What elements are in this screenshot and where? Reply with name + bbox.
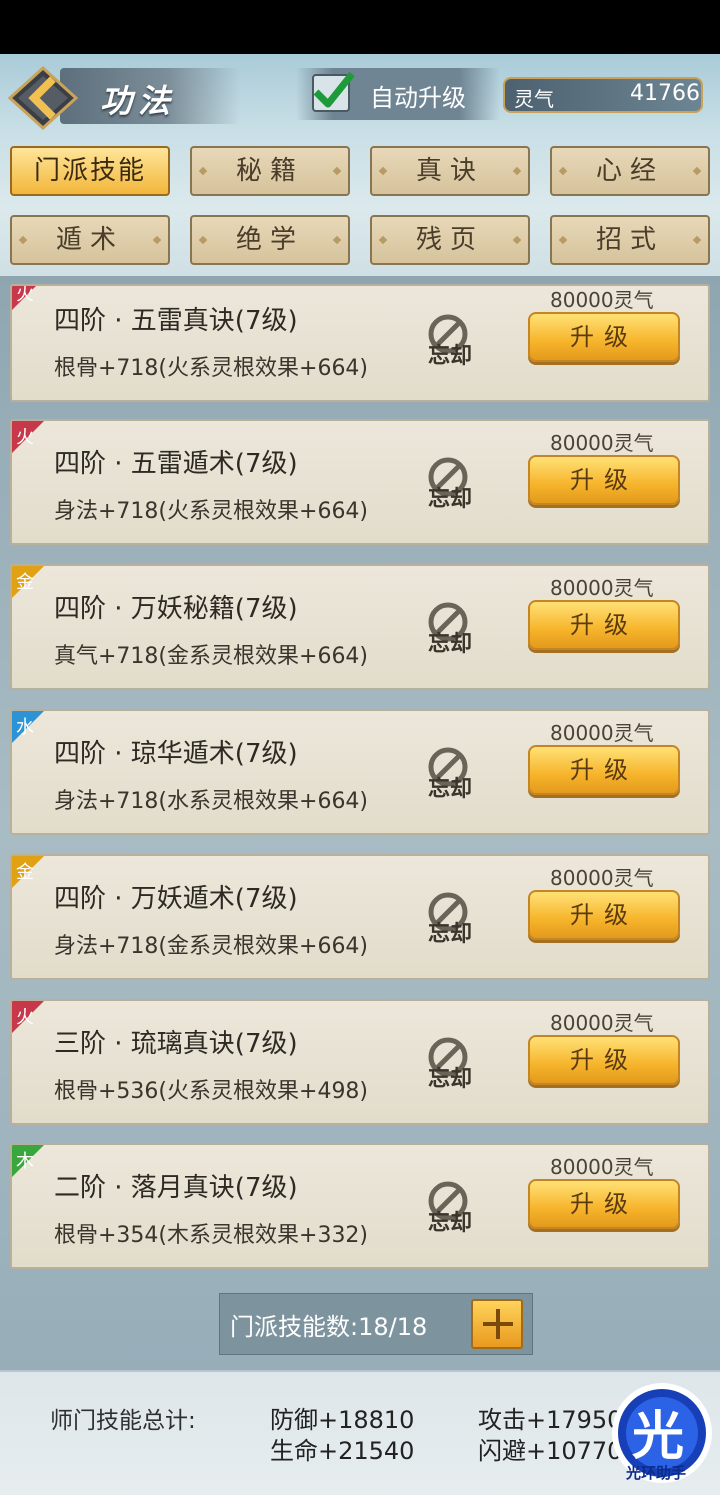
upgrade-cost: 80000灵气 — [550, 431, 654, 455]
auto-upgrade-checkbox[interactable] — [312, 71, 355, 112]
tab-ornament — [512, 235, 522, 245]
skill-card: 火三阶 · 琉璃真诀(7级) 根骨+536(火系灵根效果+498) 忘却 80000灵… — [10, 999, 710, 1125]
skill-name: 四阶 · 万妖遁术(7级) — [54, 884, 298, 914]
upgrade-cost: 80000灵气 — [550, 1011, 654, 1035]
forget-button[interactable]: 忘却 — [428, 481, 472, 513]
total-life: 生命+21540 — [270, 1437, 415, 1465]
element-label: 火 — [16, 284, 34, 305]
tab-4[interactable]: 遁术 — [10, 215, 170, 265]
skill-name: 四阶 · 五雷遁术(7级) — [54, 449, 298, 479]
skill-name: 四阶 · 五雷真诀(7级) — [54, 306, 298, 336]
tab-ornament — [198, 166, 208, 176]
skill-effect: 根骨+354(木系灵根效果+332) — [54, 1223, 369, 1248]
skill-effect: 根骨+536(火系灵根效果+498) — [54, 1079, 369, 1104]
lingqi-value: 41766 — [630, 81, 700, 106]
upgrade-button[interactable]: 升级 — [528, 455, 680, 505]
skill-name: 三阶 · 琉璃真诀(7级) — [54, 1029, 298, 1059]
skill-effect: 身法+718(火系灵根效果+664) — [54, 499, 369, 524]
skill-effect: 根骨+718(火系灵根效果+664) — [54, 356, 369, 381]
element-label: 水 — [16, 717, 34, 738]
upgrade-button[interactable]: 升级 — [528, 1179, 680, 1229]
skill-count-label: 门派技能数:18/18 — [230, 1313, 428, 1341]
upgrade-button[interactable]: 升级 — [528, 312, 680, 362]
skill-effect: 真气+718(金系灵根效果+664) — [54, 644, 369, 669]
back-arrow-icon[interactable] — [8, 66, 78, 130]
lingqi-label: 灵气 — [514, 87, 554, 111]
tab-label: 招式 — [595, 225, 664, 255]
total-defense: 防御+18810 — [270, 1406, 415, 1434]
tab-label: 心经 — [595, 156, 664, 186]
skill-card: 火四阶 · 五雷真诀(7级) 根骨+718(火系灵根效果+664) 忘却 80000灵… — [10, 284, 710, 402]
tab-ornament — [378, 166, 388, 176]
upgrade-button[interactable]: 升级 — [528, 890, 680, 940]
tab-ornament — [558, 235, 568, 245]
upgrade-cost: 80000灵气 — [550, 721, 654, 745]
halo-assistant-glyph: 光 — [632, 1407, 685, 1467]
element-label: 金 — [16, 862, 34, 883]
upgrade-cost: 80000灵气 — [550, 1155, 654, 1179]
tab-label: 绝学 — [235, 225, 304, 255]
upgrade-button[interactable]: 升级 — [528, 600, 680, 650]
upgrade-cost: 80000灵气 — [550, 866, 654, 890]
skill-card: 火四阶 · 五雷遁术(7级) 身法+718(火系灵根效果+664) 忘却 80000灵… — [10, 419, 710, 545]
forget-button[interactable]: 忘却 — [428, 626, 472, 658]
tab-ornament — [378, 235, 388, 245]
tab-label: 真诀 — [415, 156, 484, 186]
element-label: 木 — [16, 1151, 34, 1172]
total-attack: 攻击+17950 — [478, 1406, 623, 1434]
tab-ornament — [152, 235, 162, 245]
tab-3[interactable]: 心经 — [550, 146, 710, 196]
page-title: 功法 — [100, 82, 177, 120]
tab-ornament — [332, 235, 342, 245]
tab-ornament — [512, 166, 522, 176]
element-label: 火 — [16, 427, 34, 448]
tab-label: 残页 — [415, 225, 484, 255]
tab-ornament — [692, 235, 702, 245]
tab-2[interactable]: 真诀 — [370, 146, 530, 196]
tab-1[interactable]: 秘籍 — [190, 146, 350, 196]
skill-effect: 身法+718(水系灵根效果+664) — [54, 789, 369, 814]
skill-name: 四阶 · 万妖秘籍(7级) — [54, 594, 298, 624]
skill-card: 水四阶 · 琼华遁术(7级) 身法+718(水系灵根效果+664) 忘却 80000灵… — [10, 709, 710, 835]
upgrade-button[interactable]: 升级 — [528, 1035, 680, 1085]
tab-ornament — [198, 235, 208, 245]
upgrade-cost: 80000灵气 — [550, 576, 654, 600]
tab-ornament — [18, 235, 28, 245]
forget-button[interactable]: 忘却 — [428, 1061, 472, 1093]
skill-card: 金四阶 · 万妖遁术(7级) 身法+718(金系灵根效果+664) 忘却 80000灵… — [10, 854, 710, 980]
forget-button[interactable]: 忘却 — [428, 916, 472, 948]
skill-name: 二阶 · 落月真诀(7级) — [54, 1173, 298, 1203]
status-bar — [0, 0, 720, 54]
skill-card: 金四阶 · 万妖秘籍(7级) 真气+718(金系灵根效果+664) 忘却 80000灵… — [10, 564, 710, 690]
totals-label: 师门技能总计: — [50, 1408, 196, 1434]
tab-7[interactable]: 招式 — [550, 215, 710, 265]
tab-ornament — [692, 166, 702, 176]
tab-6[interactable]: 残页 — [370, 215, 530, 265]
skill-effect: 身法+718(金系灵根效果+664) — [54, 934, 369, 959]
forget-button[interactable]: 忘却 — [428, 771, 472, 803]
checkmark-icon — [313, 71, 355, 108]
tab-ornament — [332, 166, 342, 176]
auto-upgrade-label: 自动升级 — [370, 84, 466, 112]
tab-label: 门派技能 — [33, 156, 146, 186]
skill-card: 木二阶 · 落月真诀(7级) 根骨+354(木系灵根效果+332) 忘却 80000灵… — [10, 1143, 710, 1269]
forget-button[interactable]: 忘却 — [428, 1205, 472, 1237]
tab-label: 遁术 — [55, 225, 124, 255]
tab-0[interactable]: 门派技能 — [10, 146, 170, 196]
halo-assistant-text: 光环助手 — [626, 1464, 687, 1482]
forget-button[interactable]: 忘却 — [428, 338, 472, 370]
skill-name: 四阶 · 琼华遁术(7级) — [54, 739, 298, 769]
upgrade-button[interactable]: 升级 — [528, 745, 680, 795]
element-label: 火 — [16, 1007, 34, 1028]
tab-label: 秘籍 — [235, 156, 304, 186]
upgrade-cost: 80000灵气 — [550, 288, 654, 312]
element-label: 金 — [16, 572, 34, 593]
add-slot-button[interactable] — [471, 1299, 523, 1349]
tab-5[interactable]: 绝学 — [190, 215, 350, 265]
tab-ornament — [558, 166, 568, 176]
total-dodge: 闪避+10770 — [478, 1437, 623, 1465]
